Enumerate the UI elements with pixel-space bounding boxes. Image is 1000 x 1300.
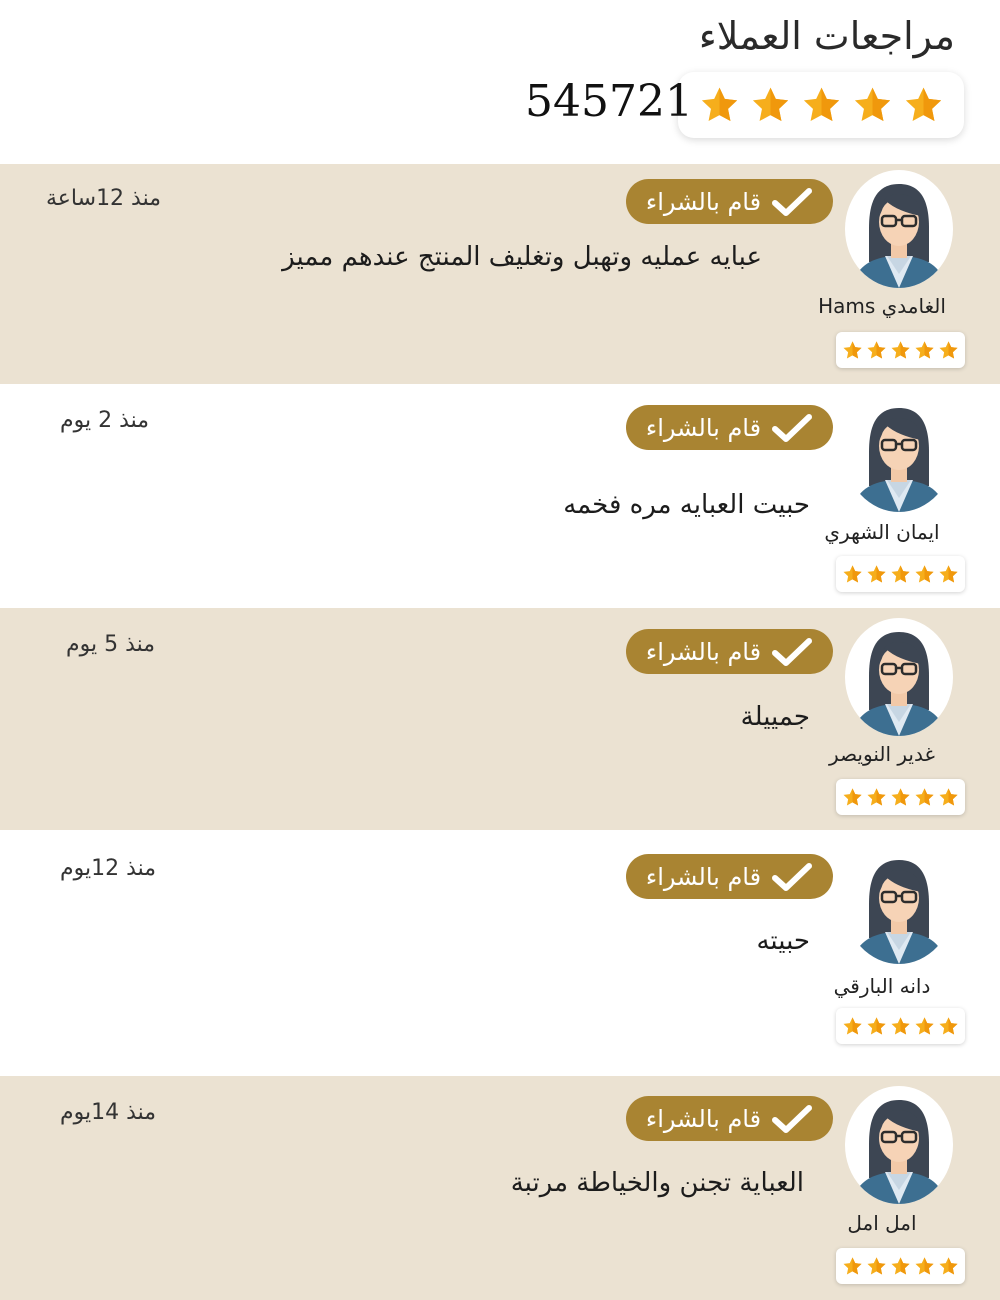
verified-purchase-badge: قام بالشراء xyxy=(626,179,833,224)
review-stars xyxy=(836,332,965,368)
star-icon xyxy=(801,85,842,126)
check-icon xyxy=(771,187,813,217)
avatar xyxy=(845,846,953,964)
review-stars xyxy=(836,1008,965,1044)
person-icon xyxy=(845,394,953,512)
star-icon xyxy=(938,340,959,361)
avatar xyxy=(845,394,953,512)
verified-purchase-badge: قام بالشراء xyxy=(626,405,833,450)
review-stars xyxy=(836,556,965,592)
star-icon xyxy=(852,85,893,126)
verified-purchase-badge: قام بالشراء xyxy=(626,629,833,674)
star-icon xyxy=(866,1256,887,1277)
star-icon xyxy=(938,564,959,585)
star-icon xyxy=(903,85,944,126)
star-icon xyxy=(914,1016,935,1037)
review-text: العباية تجنن والخياطة مرتبة xyxy=(510,1168,804,1198)
reviewer-name: ايمان الشهري xyxy=(824,520,940,544)
review-text: عبايه عمليه وتهبل وتغليف المنتج عندهم مم… xyxy=(282,242,762,272)
avatar xyxy=(845,1086,953,1204)
star-icon xyxy=(938,1016,959,1037)
star-icon xyxy=(866,1016,887,1037)
reviewer-name: امل امل xyxy=(847,1211,917,1235)
star-icon xyxy=(914,564,935,585)
star-icon xyxy=(842,1256,863,1277)
star-icon xyxy=(750,85,791,126)
star-icon xyxy=(866,564,887,585)
verified-purchase-badge: قام بالشراء xyxy=(626,854,833,899)
reviewer-name: غدير النويصر xyxy=(829,742,935,766)
avatar xyxy=(845,618,953,736)
star-icon xyxy=(842,1016,863,1037)
star-icon xyxy=(866,787,887,808)
star-icon xyxy=(938,1256,959,1277)
badge-label: قام بالشراء xyxy=(645,862,762,891)
star-icon xyxy=(842,340,863,361)
review-stars xyxy=(836,1248,965,1284)
star-icon xyxy=(914,787,935,808)
review-card: ايمان الشهري قام بالشراء حبيت العبايه مر… xyxy=(0,384,1000,608)
review-time: منذ 12يوم xyxy=(60,856,157,881)
person-icon xyxy=(845,846,953,964)
star-icon xyxy=(890,787,911,808)
person-icon xyxy=(845,618,953,736)
review-card: غدير النويصر قام بالشراء جمييلة منذ 5 يو… xyxy=(0,608,1000,830)
overall-rating xyxy=(678,72,964,138)
avatar xyxy=(845,170,953,288)
total-review-count: 545721 xyxy=(525,76,693,127)
star-icon xyxy=(842,564,863,585)
check-icon xyxy=(771,1104,813,1134)
check-icon xyxy=(771,413,813,443)
badge-label: قام بالشراء xyxy=(645,413,762,442)
person-icon xyxy=(845,1086,953,1204)
check-icon xyxy=(771,862,813,892)
review-time: منذ 12ساعة xyxy=(46,186,162,211)
star-icon xyxy=(890,564,911,585)
review-text: حبيته xyxy=(756,926,810,956)
person-icon xyxy=(845,170,953,288)
review-time: منذ 5 يوم xyxy=(66,632,156,657)
badge-label: قام بالشراء xyxy=(645,1104,762,1133)
review-text: حبيت العبايه مره فخمه xyxy=(563,490,810,520)
review-card: دانه البارقي قام بالشراء حبيته منذ 12يوم xyxy=(0,830,1000,1076)
reviewer-name: الغامدي Hams xyxy=(818,294,946,318)
star-icon xyxy=(914,1256,935,1277)
verified-purchase-badge: قام بالشراء xyxy=(626,1096,833,1141)
review-text: جمييلة xyxy=(740,702,810,732)
badge-label: قام بالشراء xyxy=(645,637,762,666)
check-icon xyxy=(771,637,813,667)
page-title: مراجعات العملاء xyxy=(698,14,955,58)
reviewer-name: دانه البارقي xyxy=(833,974,931,998)
review-card: امل امل قام بالشراء العباية تجنن والخياط… xyxy=(0,1076,1000,1300)
star-icon xyxy=(842,787,863,808)
badge-label: قام بالشراء xyxy=(645,187,762,216)
review-time: منذ 2 يوم xyxy=(60,408,150,433)
star-icon xyxy=(699,85,740,126)
star-icon xyxy=(890,1256,911,1277)
star-icon xyxy=(914,340,935,361)
star-icon xyxy=(890,340,911,361)
star-icon xyxy=(938,787,959,808)
review-card: الغامدي Hams قام بالشراء عبايه عمليه وته… xyxy=(0,164,1000,384)
star-icon xyxy=(866,340,887,361)
star-icon xyxy=(890,1016,911,1037)
review-stars xyxy=(836,779,965,815)
review-time: منذ 14يوم xyxy=(60,1100,157,1125)
